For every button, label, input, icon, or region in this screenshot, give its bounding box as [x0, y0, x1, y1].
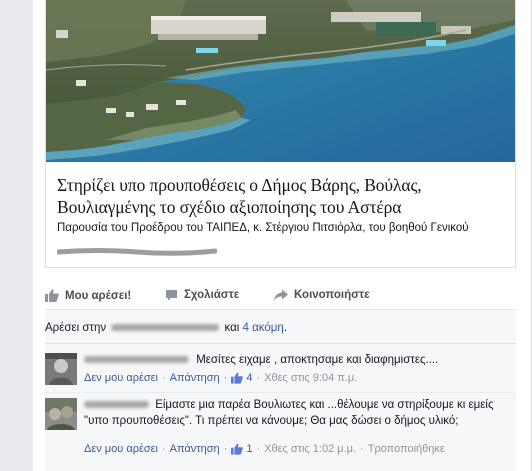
divider — [45, 343, 516, 344]
likes-connector: και — [224, 322, 240, 334]
like-button-label: Μου αρέσει! — [65, 289, 132, 302]
thumbs-up-icon — [231, 443, 244, 455]
likes-prefix: Αρέσει στην — [45, 322, 107, 334]
news-feed-story: Στηρίζει υπο προυποθέσεις ο Δήμος Βάρης,… — [33, 0, 532, 471]
shared-link-preview[interactable]: Στηρίζει υπο προυποθέσεις ο Δήμος Βάρης,… — [45, 0, 516, 268]
comment-button-label: Σχολιάστε — [184, 289, 240, 301]
comment-icon — [166, 290, 177, 301]
dislike-link[interactable]: Δεν μου αρέσει — [84, 372, 158, 384]
redacted-author-name[interactable] — [84, 356, 189, 364]
separator-dot: · — [360, 443, 364, 455]
like-count-value: 1 — [246, 443, 253, 455]
preview-title[interactable]: Στηρίζει υπο προυποθέσεις ο Δήμος Βάρης,… — [57, 174, 512, 218]
comment-like-count[interactable]: 1 — [231, 443, 252, 455]
likes-others-link[interactable]: 4 ακόμη — [243, 322, 284, 334]
separator-dot: · — [223, 372, 228, 384]
share-button-label: Κοινοποιήστε — [294, 289, 370, 301]
preview-description: Παρουσία του Προέδρου του ΤΑΙΠΕΔ, κ. Στέ… — [57, 222, 469, 234]
coastal-hotel-photo — [46, 0, 515, 162]
thumbs-up-icon — [45, 289, 59, 302]
comments-section: Αρέσει στην και 4 ακόμη. Μεσίτες ειχαμε … — [45, 310, 516, 471]
comment-like-count[interactable]: 4 — [231, 372, 252, 384]
redacted-liker-name — [111, 324, 220, 332]
comment-meta: Δεν μου αρέσει · Απάντηση · 1 · Χθες στι… — [84, 443, 445, 455]
story-action-bar: Μου αρέσει! Σχολιάστε Κοινοποιήστε — [45, 282, 516, 310]
edited-indicator[interactable]: Τροποποιήθηκε — [368, 443, 445, 455]
reply-link[interactable]: Απάντηση — [170, 372, 220, 384]
redacted-author-name[interactable] — [84, 401, 149, 409]
thumbs-up-icon — [231, 372, 244, 384]
likes-suffix: . — [283, 322, 288, 334]
avatar[interactable] — [45, 398, 77, 430]
preview-source-redacted — [56, 244, 218, 256]
dislike-link[interactable]: Δεν μου αρέσει — [84, 443, 158, 455]
like-button[interactable]: Μου αρέσει! — [45, 289, 131, 302]
comment-timestamp[interactable]: Χθες στις 9:04 π.μ. — [264, 372, 357, 384]
avatar[interactable] — [45, 353, 77, 385]
reply-link[interactable]: Απάντηση — [170, 443, 220, 455]
like-count-value: 4 — [246, 372, 253, 384]
share-arrow-icon — [274, 289, 288, 301]
comment-body: Είμαστε μια παρέα Βουλιωτες και ...θέλου… — [84, 397, 514, 429]
separator-dot: · — [256, 372, 261, 384]
preview-image[interactable] — [46, 0, 515, 162]
comment-text: Μεσίτες ειχαμε , αποκτησαμε και διαφημισ… — [196, 354, 439, 366]
share-button[interactable]: Κοινοποιήστε — [274, 289, 370, 301]
comment-body: Μεσίτες ειχαμε , αποκτησαμε και διαφημισ… — [84, 352, 514, 368]
separator-dot: · — [162, 372, 166, 384]
comment-meta: Δεν μου αρέσει · Απάντηση · 4 · Χθες στι… — [84, 372, 357, 384]
separator-dot: · — [256, 443, 261, 455]
likes-summary: Αρέσει στην και 4 ακόμη. — [45, 322, 287, 334]
comment-timestamp[interactable]: Χθες στις 1:02 μ.μ. — [264, 443, 356, 455]
separator-dot: · — [162, 443, 166, 455]
comment-button[interactable]: Σχολιάστε — [165, 289, 239, 301]
divider — [45, 392, 516, 393]
separator-dot: · — [223, 443, 228, 455]
